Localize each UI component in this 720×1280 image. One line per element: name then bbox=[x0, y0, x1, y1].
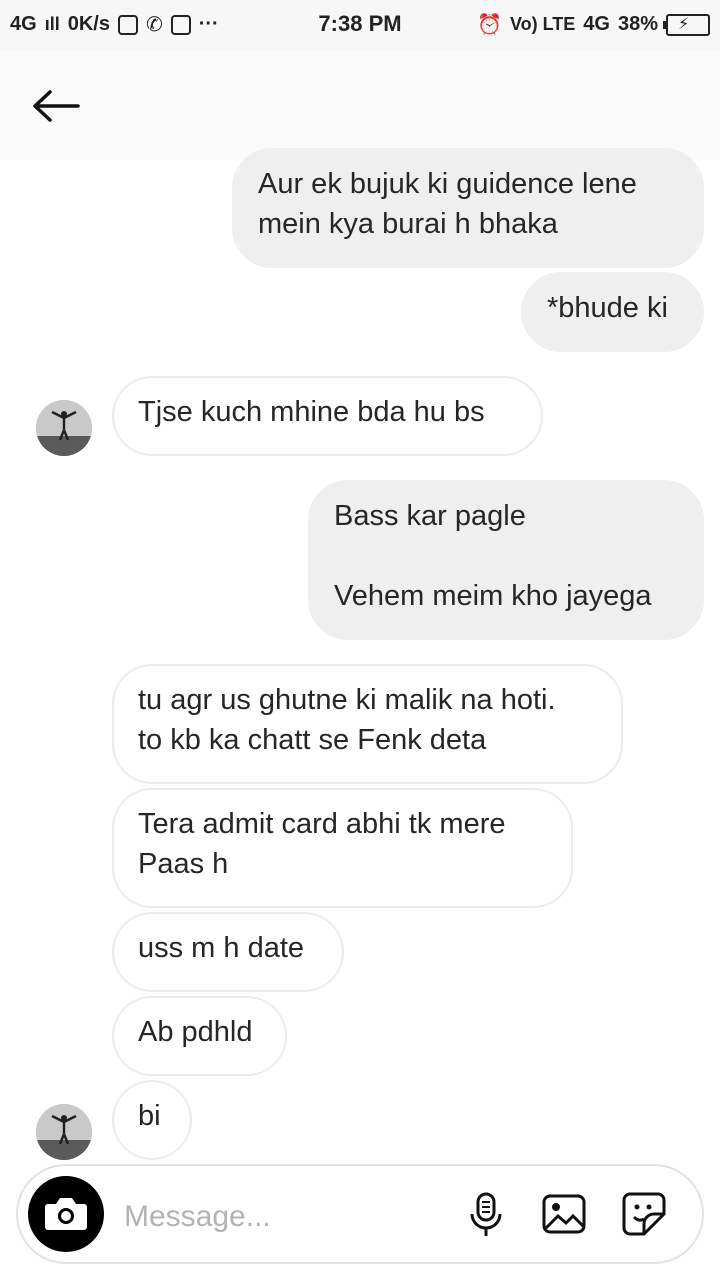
battery-icon: ⚡ bbox=[663, 13, 710, 36]
alarm-icon: ⏰ bbox=[477, 14, 502, 36]
message-incoming[interactable]: Tjse kuch mhine bda hu bs bbox=[112, 376, 543, 456]
message-incoming[interactable]: Ab pdhld bbox=[112, 996, 287, 1076]
message-composer bbox=[16, 1164, 704, 1264]
person-silhouette-icon bbox=[36, 400, 92, 456]
battery-percent: 38% bbox=[617, 13, 658, 35]
gallery-image-icon[interactable] bbox=[540, 1190, 588, 1238]
status-right: ⏰ Vo) LTE 4G 38% ⚡ bbox=[477, 12, 710, 37]
status-bar: 4G ıll 0K/s ✆ ··· 7:38 PM ⏰ Vo) LTE 4G 3… bbox=[0, 0, 720, 50]
message-input[interactable] bbox=[122, 1194, 426, 1240]
back-arrow-icon[interactable] bbox=[30, 88, 82, 124]
message-incoming[interactable]: tu agr us ghutne ki malik na hoti. to kb… bbox=[112, 664, 623, 784]
microphone-icon[interactable] bbox=[462, 1190, 510, 1238]
message-outgoing[interactable]: Aur ek bujuk ki guidence lene mein kya b… bbox=[232, 148, 704, 268]
message-outgoing[interactable]: *bhude ki bbox=[521, 272, 704, 352]
message-incoming[interactable]: uss m h date bbox=[112, 912, 344, 992]
message-incoming[interactable]: Tera admit card abhi tk mere Paas h bbox=[112, 788, 573, 908]
camera-button[interactable] bbox=[28, 1176, 104, 1252]
network-type-right: 4G bbox=[583, 13, 610, 35]
person-silhouette-icon bbox=[36, 1104, 92, 1160]
camera-icon bbox=[45, 1198, 87, 1230]
avatar[interactable] bbox=[36, 400, 92, 456]
message-incoming[interactable]: bi bbox=[112, 1080, 192, 1160]
chat-header bbox=[0, 50, 720, 160]
volte-label: Vo) LTE bbox=[509, 14, 576, 34]
sticker-icon[interactable] bbox=[620, 1190, 668, 1238]
avatar[interactable] bbox=[36, 1104, 92, 1160]
message-outgoing[interactable]: Bass kar pagle Vehem meim kho jayega bbox=[308, 480, 704, 640]
